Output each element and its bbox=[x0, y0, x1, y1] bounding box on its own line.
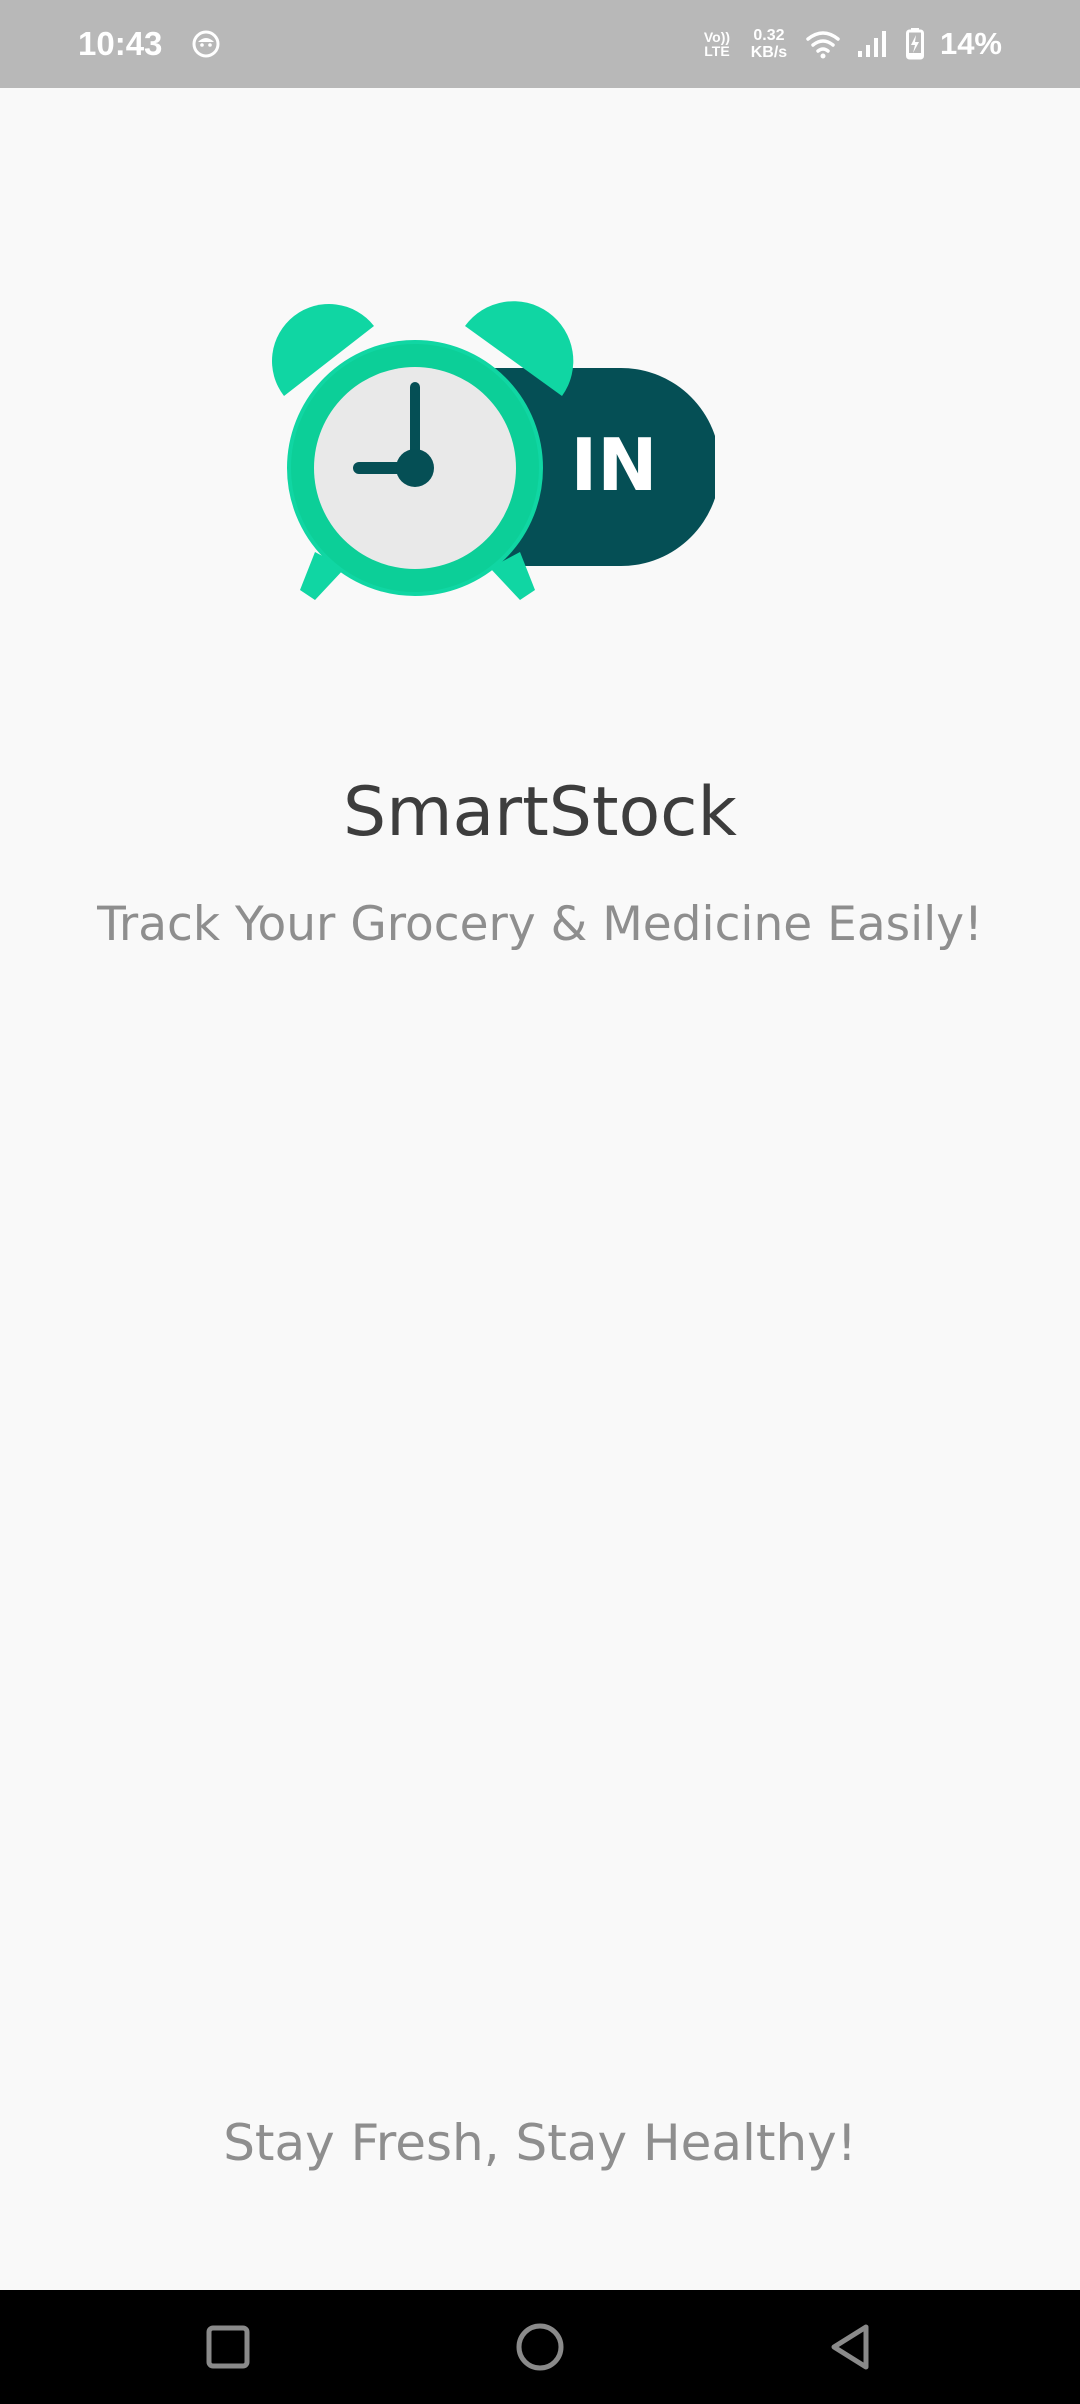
app-tagline: Track Your Grocery & Medicine Easily! bbox=[97, 897, 983, 952]
back-button[interactable] bbox=[812, 2307, 892, 2387]
cell-signal-icon bbox=[857, 31, 886, 57]
recents-square-icon bbox=[206, 2325, 250, 2369]
home-circle-icon bbox=[516, 2323, 564, 2371]
wifi-icon bbox=[806, 31, 840, 59]
app-title: SmartStock bbox=[343, 773, 737, 852]
app-notification-icon bbox=[192, 30, 220, 58]
battery-percent: 14% bbox=[939, 26, 1002, 61]
navigation-bar bbox=[0, 2290, 1080, 2404]
battery-charging-icon bbox=[905, 28, 924, 60]
home-button[interactable] bbox=[500, 2307, 580, 2387]
volte-indicator: Vo)) LTE bbox=[703, 29, 731, 59]
logo-badge-text: IN bbox=[570, 423, 657, 507]
status-time: 10:43 bbox=[78, 25, 163, 62]
status-bar: 10:43 Vo)) LTE 0.32 KB/s 14% bbox=[0, 0, 1080, 88]
footer-slogan: Stay Fresh, Stay Healthy! bbox=[223, 2114, 857, 2172]
recents-button[interactable] bbox=[188, 2307, 268, 2387]
status-indicators: Vo)) LTE 0.32 KB/s 14% bbox=[702, 22, 1002, 66]
network-speed: 0.32 KB/s bbox=[750, 27, 788, 61]
back-triangle-icon bbox=[831, 2324, 869, 2370]
smartstock-logo: IN bbox=[272, 301, 715, 600]
